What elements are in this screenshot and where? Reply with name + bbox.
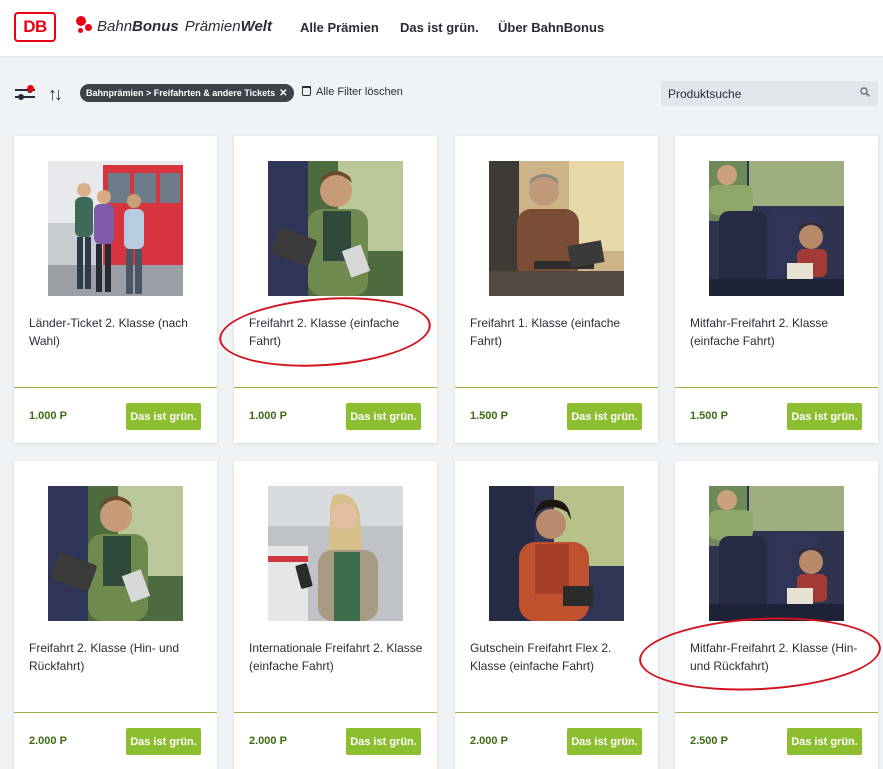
filter-settings-icon[interactable]	[15, 85, 37, 103]
product-title[interactable]: Freifahrt 2. Klasse (Hin- und Rückfahrt)	[29, 639, 209, 675]
db-logo[interactable]: DB	[14, 12, 56, 42]
product-price: 2.000 P	[249, 735, 287, 747]
product-title[interactable]: Freifahrt 1. Klasse (einfache Fahrt)	[470, 314, 650, 350]
das-ist-gruen-button[interactable]: Das ist grün.	[787, 403, 862, 430]
bahnbonus-praemienwelt-logo[interactable]: BahnBonus PrämienWelt	[97, 18, 272, 35]
card-divider	[675, 712, 878, 713]
product-card[interactable]: Gutschein Freifahrt Flex 2. Klasse (einf…	[455, 461, 658, 769]
card-divider	[675, 387, 878, 388]
product-search-input[interactable]	[661, 81, 878, 106]
card-divider	[455, 712, 658, 713]
product-price: 2.000 P	[29, 735, 67, 747]
card-divider	[234, 387, 437, 388]
clear-filters-label: Alle Filter löschen	[316, 86, 403, 98]
das-ist-gruen-button[interactable]: Das ist grün.	[346, 403, 421, 430]
product-title[interactable]: Freifahrt 2. Klasse (einfache Fahrt)	[249, 314, 429, 350]
das-ist-gruen-button[interactable]: Das ist grün.	[567, 728, 642, 755]
product-card[interactable]: Freifahrt 2. Klasse (Hin- und Rückfahrt)…	[14, 461, 217, 769]
product-image-group-on-platform	[48, 161, 183, 296]
das-ist-gruen-button[interactable]: Das ist grün.	[787, 728, 862, 755]
nav-ueber-bahnbonus[interactable]: Über BahnBonus	[498, 20, 604, 35]
product-price: 1.500 P	[470, 410, 508, 422]
product-image-man-with-laptop-in-train	[489, 161, 624, 296]
product-title[interactable]: Gutschein Freifahrt Flex 2. Klasse (einf…	[470, 639, 650, 675]
search-icon[interactable]	[860, 87, 870, 97]
active-filter-chip[interactable]: Bahnprämien > Freifahrten & andere Ticke…	[80, 84, 294, 102]
das-ist-gruen-button[interactable]: Das ist grün.	[567, 403, 642, 430]
product-image-woman-with-phone-at-station	[268, 486, 403, 621]
product-price: 1.000 P	[29, 410, 67, 422]
product-card[interactable]: Mitfahr-Freifahrt 2. Klasse (einfache Fa…	[675, 136, 878, 443]
product-price: 1.500 P	[690, 410, 728, 422]
product-price: 2.000 P	[470, 735, 508, 747]
das-ist-gruen-button[interactable]: Das ist grün.	[346, 728, 421, 755]
active-filter-label: Bahnprämien > Freifahrten & andere Ticke…	[86, 88, 276, 98]
card-divider	[455, 387, 658, 388]
db-logo-text: DB	[23, 17, 47, 36]
das-ist-gruen-button[interactable]: Das ist grün.	[126, 728, 201, 755]
product-image-family-in-train	[709, 161, 844, 296]
product-card[interactable]: Freifahrt 2. Klasse (einfache Fahrt) 1.0…	[234, 136, 437, 443]
product-price: 2.500 P	[690, 735, 728, 747]
nav-das-ist-gruen[interactable]: Das ist grün.	[400, 20, 479, 35]
product-price: 1.000 P	[249, 410, 287, 422]
product-card[interactable]: Länder-Ticket 2. Klasse (nach Wahl) 1.00…	[14, 136, 217, 443]
close-icon[interactable]: ✕	[279, 88, 287, 99]
das-ist-gruen-button[interactable]: Das ist grün.	[126, 403, 201, 430]
card-divider	[14, 387, 217, 388]
trash-icon	[302, 86, 311, 96]
product-image-woman-smiling-in-train	[489, 486, 624, 621]
product-image-man-with-tablet-in-train	[48, 486, 183, 621]
product-image-family-in-train	[709, 486, 844, 621]
clear-filters-button[interactable]: Alle Filter löschen	[302, 86, 403, 98]
product-card[interactable]: Mitfahr-Freifahrt 2. Klasse (Hin- und Rü…	[675, 461, 878, 769]
sort-icon[interactable]: ↑↓	[48, 84, 63, 105]
product-image-man-with-tablet-in-train	[268, 161, 403, 296]
product-title[interactable]: Länder-Ticket 2. Klasse (nach Wahl)	[29, 314, 209, 350]
bahnbonus-dots-icon	[75, 15, 95, 35]
card-divider	[14, 712, 217, 713]
nav-alle-praemien[interactable]: Alle Prämien	[300, 20, 379, 35]
product-title[interactable]: Mitfahr-Freifahrt 2. Klasse (einfache Fa…	[690, 314, 870, 350]
product-card[interactable]: Freifahrt 1. Klasse (einfache Fahrt) 1.5…	[455, 136, 658, 443]
card-divider	[234, 712, 437, 713]
product-card[interactable]: Internationale Freifahrt 2. Klasse (einf…	[234, 461, 437, 769]
product-title[interactable]: Internationale Freifahrt 2. Klasse (einf…	[249, 639, 429, 675]
product-title[interactable]: Mitfahr-Freifahrt 2. Klasse (Hin- und Rü…	[690, 639, 870, 675]
top-header: DB BahnBonus PrämienWelt Alle Prämien Das…	[0, 0, 883, 57]
